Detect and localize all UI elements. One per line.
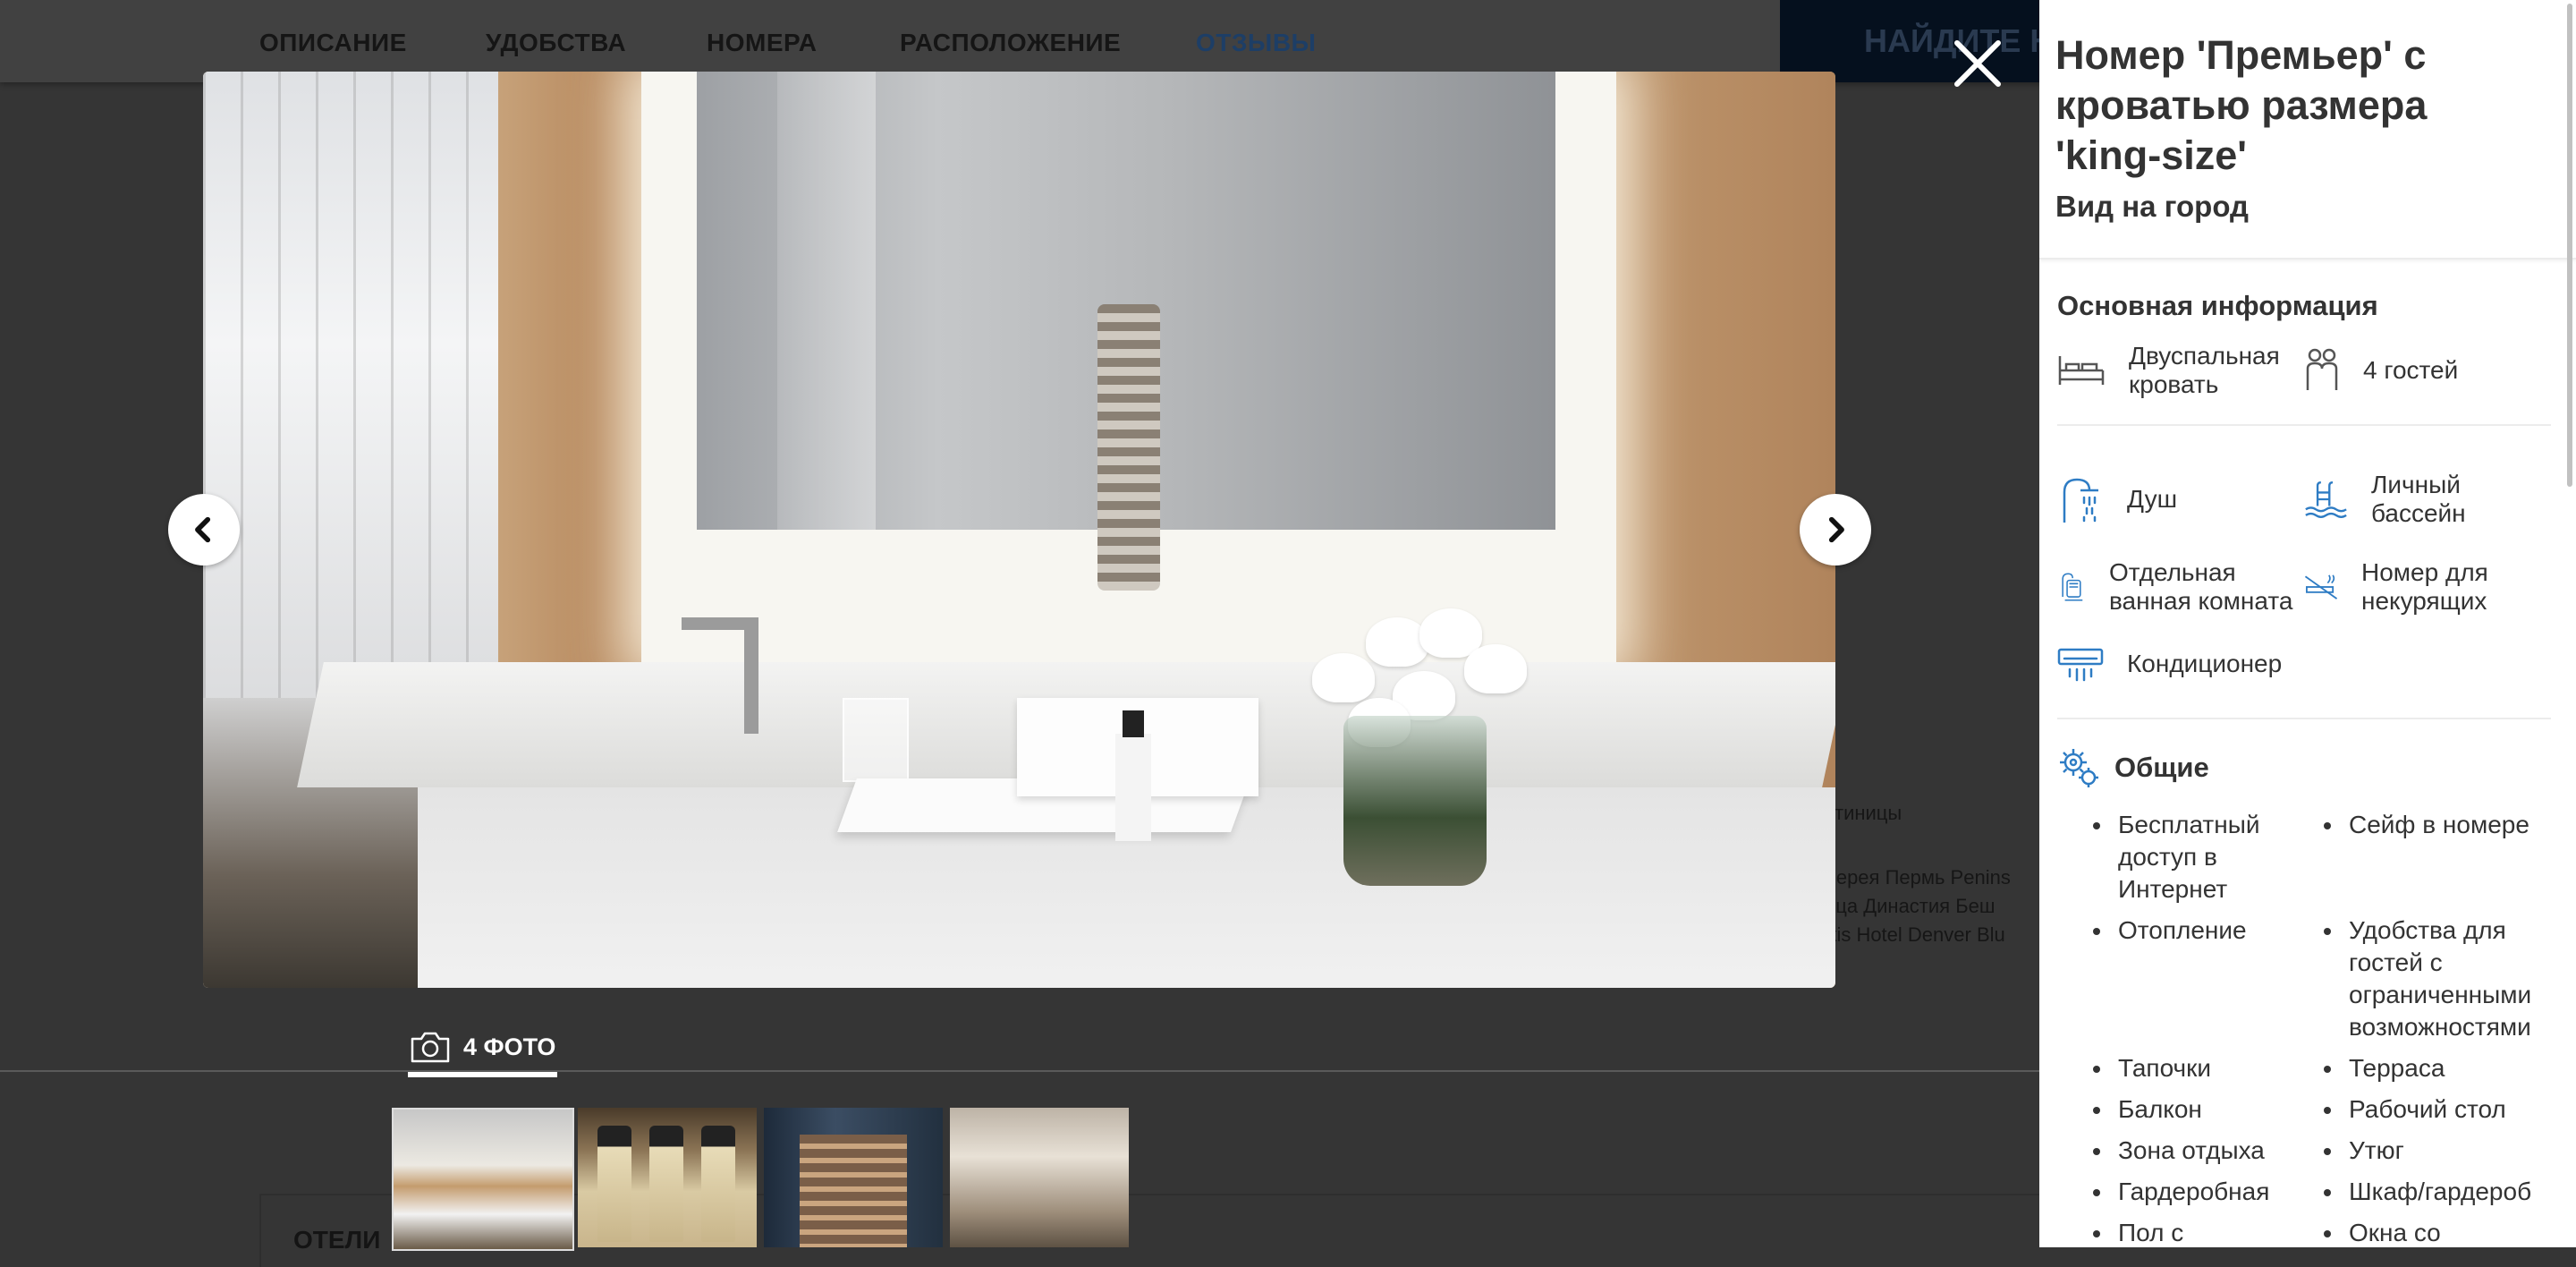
room-header: Номер 'Премьер' с кроватью размера 'king… bbox=[2039, 0, 2576, 259]
thumbnail-2[interactable] bbox=[578, 1108, 757, 1247]
photo-count-label: 4 ФОТО bbox=[463, 1033, 556, 1060]
tab-amenities[interactable]: УДОБСТВА bbox=[486, 29, 626, 57]
hotel-links-row-2[interactable]: ица Династия Беш bbox=[1825, 895, 2039, 918]
amenity-air-conditioning: Кондиционер bbox=[2057, 646, 2304, 682]
amenity-label: Душ bbox=[2127, 485, 2178, 513]
camera-icon bbox=[411, 1032, 450, 1063]
list-item: Шкаф/гардероб bbox=[2288, 1176, 2551, 1208]
list-item: Окна со bbox=[2288, 1217, 2551, 1247]
basic-info-title: Основная информация bbox=[2057, 290, 2378, 321]
hotels-box-label: ОТЕЛИ bbox=[293, 1226, 381, 1254]
amenity-private-pool: Личный бассейн bbox=[2304, 471, 2551, 528]
amenity-label: Отдельная ванная комната bbox=[2108, 558, 2293, 615]
tab-reviews[interactable]: ОТЗЫВЫ bbox=[1196, 29, 1316, 57]
general-section-header: Общие bbox=[2057, 746, 2551, 789]
no-smoking-icon bbox=[2304, 574, 2338, 599]
close-gallery-button[interactable] bbox=[1950, 36, 2005, 91]
air-conditioner-icon bbox=[2057, 648, 2104, 682]
list-item: Сейф в номере bbox=[2288, 809, 2551, 906]
thumbnail-1[interactable] bbox=[392, 1108, 574, 1251]
list-item: Балкон bbox=[2057, 1093, 2288, 1126]
guests-label: 4 гостей bbox=[2363, 356, 2459, 384]
general-title: Общие bbox=[2114, 752, 2209, 783]
gears-icon bbox=[2060, 749, 2098, 787]
room-details-panel: Номер 'Премьер' с кроватью размера 'king… bbox=[2039, 0, 2576, 1247]
chevron-left-icon bbox=[195, 516, 211, 543]
list-item: Зона отдыха bbox=[2057, 1135, 2288, 1167]
next-photo-button[interactable] bbox=[1800, 494, 1871, 565]
list-item: Гардеробная bbox=[2057, 1176, 2288, 1208]
amenity-label: Номер для некурящих bbox=[2361, 558, 2488, 615]
hotel-links-row-3[interactable]: rtis Hotel Denver Blu bbox=[1825, 923, 2039, 947]
guests-icon bbox=[2306, 348, 2338, 390]
list-item: Отопление bbox=[2057, 914, 2288, 1043]
bed-info: Двуспальная кровать bbox=[2057, 342, 2304, 399]
hotel-links-row-1[interactable]: лерея Пермь Penins bbox=[1825, 866, 2039, 889]
amenity-label: Личный бассейн bbox=[2371, 471, 2466, 527]
hotels-heading: стиницы bbox=[1825, 802, 1902, 824]
divider bbox=[2057, 424, 2551, 426]
guests-info: 4 гостей bbox=[2304, 342, 2458, 399]
room-view: Вид на город bbox=[2055, 190, 2249, 223]
bed-label: Двуспальная кровать bbox=[2129, 342, 2280, 398]
tab-rooms[interactable]: НОМЕРА bbox=[707, 29, 817, 57]
amenity-private-bathroom: Отдельная ванная комната bbox=[2057, 558, 2304, 616]
pool-icon bbox=[2305, 480, 2347, 518]
previous-photo-button[interactable] bbox=[168, 494, 240, 565]
gallery-divider bbox=[0, 1070, 2039, 1072]
amenity-shower: Душ bbox=[2057, 471, 2304, 528]
tab-description[interactable]: ОПИСАНИЕ bbox=[259, 29, 407, 57]
list-item: Терраса bbox=[2288, 1052, 2551, 1084]
list-item: Пол с ковровым bbox=[2057, 1217, 2288, 1247]
list-item: Тапочки bbox=[2057, 1052, 2288, 1084]
bed-icon bbox=[2058, 356, 2105, 385]
room-info: Основная информация Двуспальная кровать … bbox=[2057, 268, 2551, 1247]
amenity-non-smoking: Номер для некурящих bbox=[2304, 558, 2551, 616]
list-item: Бесплатный доступ в Интернет bbox=[2057, 809, 2288, 906]
shower-icon bbox=[2063, 478, 2098, 523]
photo-count-tab[interactable]: 4 ФОТО bbox=[408, 1025, 558, 1077]
panel-scrollbar[interactable] bbox=[2567, 4, 2572, 487]
bathtub-icon bbox=[2062, 573, 2083, 601]
amenity-label: Кондиционер bbox=[2127, 650, 2283, 677]
thumbnail-3[interactable] bbox=[764, 1108, 943, 1247]
list-item: Рабочий стол bbox=[2288, 1093, 2551, 1126]
basic-info-row: Двуспальная кровать 4 гостей bbox=[2057, 342, 2551, 399]
tab-location[interactable]: РАСПОЛОЖЕНИЕ bbox=[900, 29, 1121, 57]
thumbnail-4[interactable] bbox=[950, 1108, 1129, 1247]
close-icon bbox=[1954, 40, 2001, 87]
room-amenities: Душ Личный бассейн Отдельная ванная комн… bbox=[2057, 471, 2551, 682]
list-item: Удобства для гостей с ограниченными возм… bbox=[2288, 914, 2551, 1043]
divider bbox=[2057, 718, 2551, 719]
room-title: Номер 'Премьер' с кроватью размера 'king… bbox=[2055, 32, 2428, 178]
chevron-right-icon bbox=[1828, 516, 1844, 543]
general-amenities-list: Бесплатный доступ в Интернет Сейф в номе… bbox=[2057, 809, 2551, 1247]
list-item: Утюг bbox=[2288, 1135, 2551, 1167]
main-photo bbox=[203, 72, 1835, 988]
